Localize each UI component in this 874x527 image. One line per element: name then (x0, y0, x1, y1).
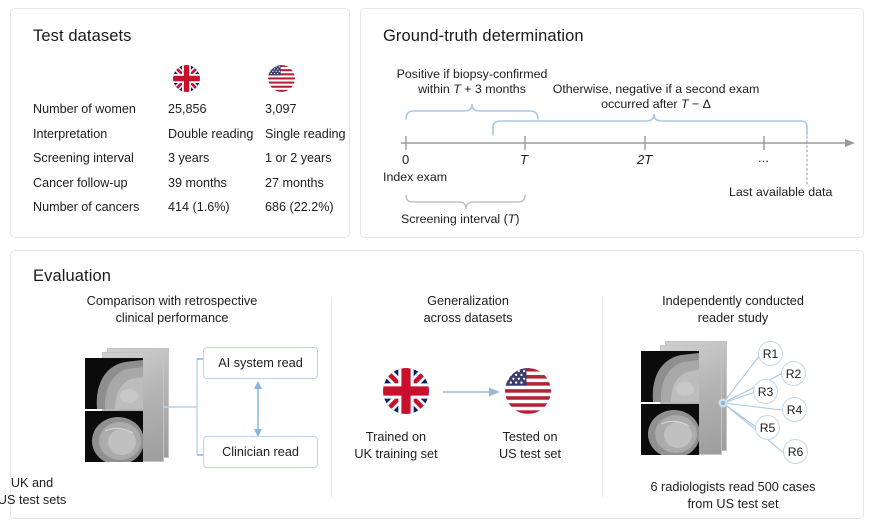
row-value-uk: Double reading (168, 127, 253, 141)
index-exam-label: Index exam (383, 170, 447, 185)
brace-negative-window (493, 114, 807, 135)
row-value-uk: 3 years (168, 151, 209, 165)
eval-caption-tested-line-2: US test set (475, 446, 585, 463)
panel-evaluation: Evaluation Comparison with retrospective… (10, 250, 864, 519)
eval-caption-trained-line-2: UK training set (341, 446, 451, 463)
row-value-uk: 39 months (168, 176, 227, 190)
eval-heading-line-1: Comparison with retrospective (13, 293, 331, 310)
panel-ground-truth: Ground-truth determination Positive if b… (360, 8, 864, 238)
box-clinician-read[interactable]: Clinician read (203, 436, 318, 468)
table-row: Cancer follow-up 39 months 27 months (33, 173, 333, 198)
box-clinician-read-label: Clinician read (222, 445, 299, 459)
row-value-us: 27 months (265, 176, 324, 190)
row-value-us: 686 (22.2%) (265, 200, 334, 214)
table-row: Screening interval 3 years 1 or 2 years (33, 148, 333, 173)
page-title-test-datasets: Test datasets (33, 27, 132, 46)
column-divider (331, 297, 332, 497)
negative-rule-line-2: occurred after T − Δ (541, 97, 771, 112)
box-ai-system-read[interactable]: AI system read (203, 347, 318, 379)
reader-badge-r3: R3 (753, 379, 778, 404)
ground-truth-timeline-diagram (361, 9, 865, 239)
eval-heading-line-1: Generalization (333, 293, 603, 310)
screening-interval-label: Screening interval (T) (401, 212, 519, 227)
figure-root: Test datasets (0, 0, 874, 527)
timeline-axis (401, 136, 855, 150)
axis-tick-2T: 2T (637, 152, 652, 167)
eval-column-comparison: Comparison with retrospective clinical p… (13, 293, 331, 515)
negative-rule-line-1: Otherwise, negative if a second exam (541, 82, 771, 97)
eval-heading-line-2: across datasets (333, 310, 603, 327)
eval-column-generalization: Generalization across datasets (333, 293, 603, 515)
eval-column-reader-study: Independently conducted reader study (603, 293, 863, 515)
eval-caption-line-1: 6 radiologists read 500 cases (598, 479, 868, 496)
eval-caption-tested-line-1: Tested on (475, 429, 585, 446)
box-ai-system-read-label: AI system read (218, 356, 303, 370)
reader-badge-r4: R4 (782, 397, 807, 422)
positive-rule-line-2: within T + 3 months (389, 82, 555, 97)
row-label: Number of women (33, 102, 136, 116)
row-label: Interpretation (33, 127, 107, 141)
double-arrow-compare (251, 381, 265, 437)
us-flag-icon (268, 65, 295, 92)
eval-heading-line-2: clinical performance (13, 310, 331, 327)
eval-caption-line-1: UK and (0, 475, 191, 492)
reader-badge-r1: R1 (758, 341, 783, 366)
row-value-uk: 25,856 (168, 102, 207, 116)
table-row: Number of women 25,856 3,097 (33, 99, 333, 124)
uk-flag-icon (173, 65, 200, 92)
table-row: Number of cancers 414 (1.6%) 686 (22.2%) (33, 197, 333, 222)
positive-rule-line-1: Positive if biopsy-confirmed (389, 67, 555, 82)
brace-screening-interval (406, 195, 525, 209)
uk-flag-icon (383, 368, 429, 414)
axis-tick-0: 0 (402, 152, 409, 167)
row-label: Cancer follow-up (33, 176, 128, 190)
reader-badge-r5: R5 (755, 415, 780, 440)
eval-heading-line-1: Independently conducted (603, 293, 863, 310)
eval-caption-line-2: US test sets (0, 492, 191, 509)
eval-heading-line-2: reader study (603, 310, 863, 327)
axis-tick-ellipsis: ... (758, 150, 769, 165)
row-value-us: Single reading (265, 127, 346, 141)
row-value-us: 3,097 (265, 102, 297, 116)
row-value-uk: 414 (1.6%) (168, 200, 230, 214)
table-header-row (33, 61, 333, 99)
table-row: Interpretation Double reading Single rea… (33, 124, 333, 149)
axis-tick-T: T (520, 152, 528, 167)
panel-test-datasets: Test datasets (10, 8, 350, 238)
us-flag-icon (505, 368, 551, 414)
test-datasets-table: Number of women 25,856 3,097 Interpretat… (33, 61, 333, 222)
arrow-uk-to-us (443, 386, 503, 398)
eval-caption-trained-line-1: Trained on (341, 429, 451, 446)
last-available-data-label: Last available data (729, 185, 832, 200)
page-title-evaluation: Evaluation (33, 267, 111, 286)
row-label: Number of cancers (33, 200, 139, 214)
reader-badge-r2: R2 (781, 361, 806, 386)
row-value-us: 1 or 2 years (265, 151, 332, 165)
eval-caption-line-2: from US test set (598, 496, 868, 513)
row-label: Screening interval (33, 151, 134, 165)
reader-badge-r6: R6 (783, 439, 808, 464)
brace-positive-window (406, 104, 538, 119)
